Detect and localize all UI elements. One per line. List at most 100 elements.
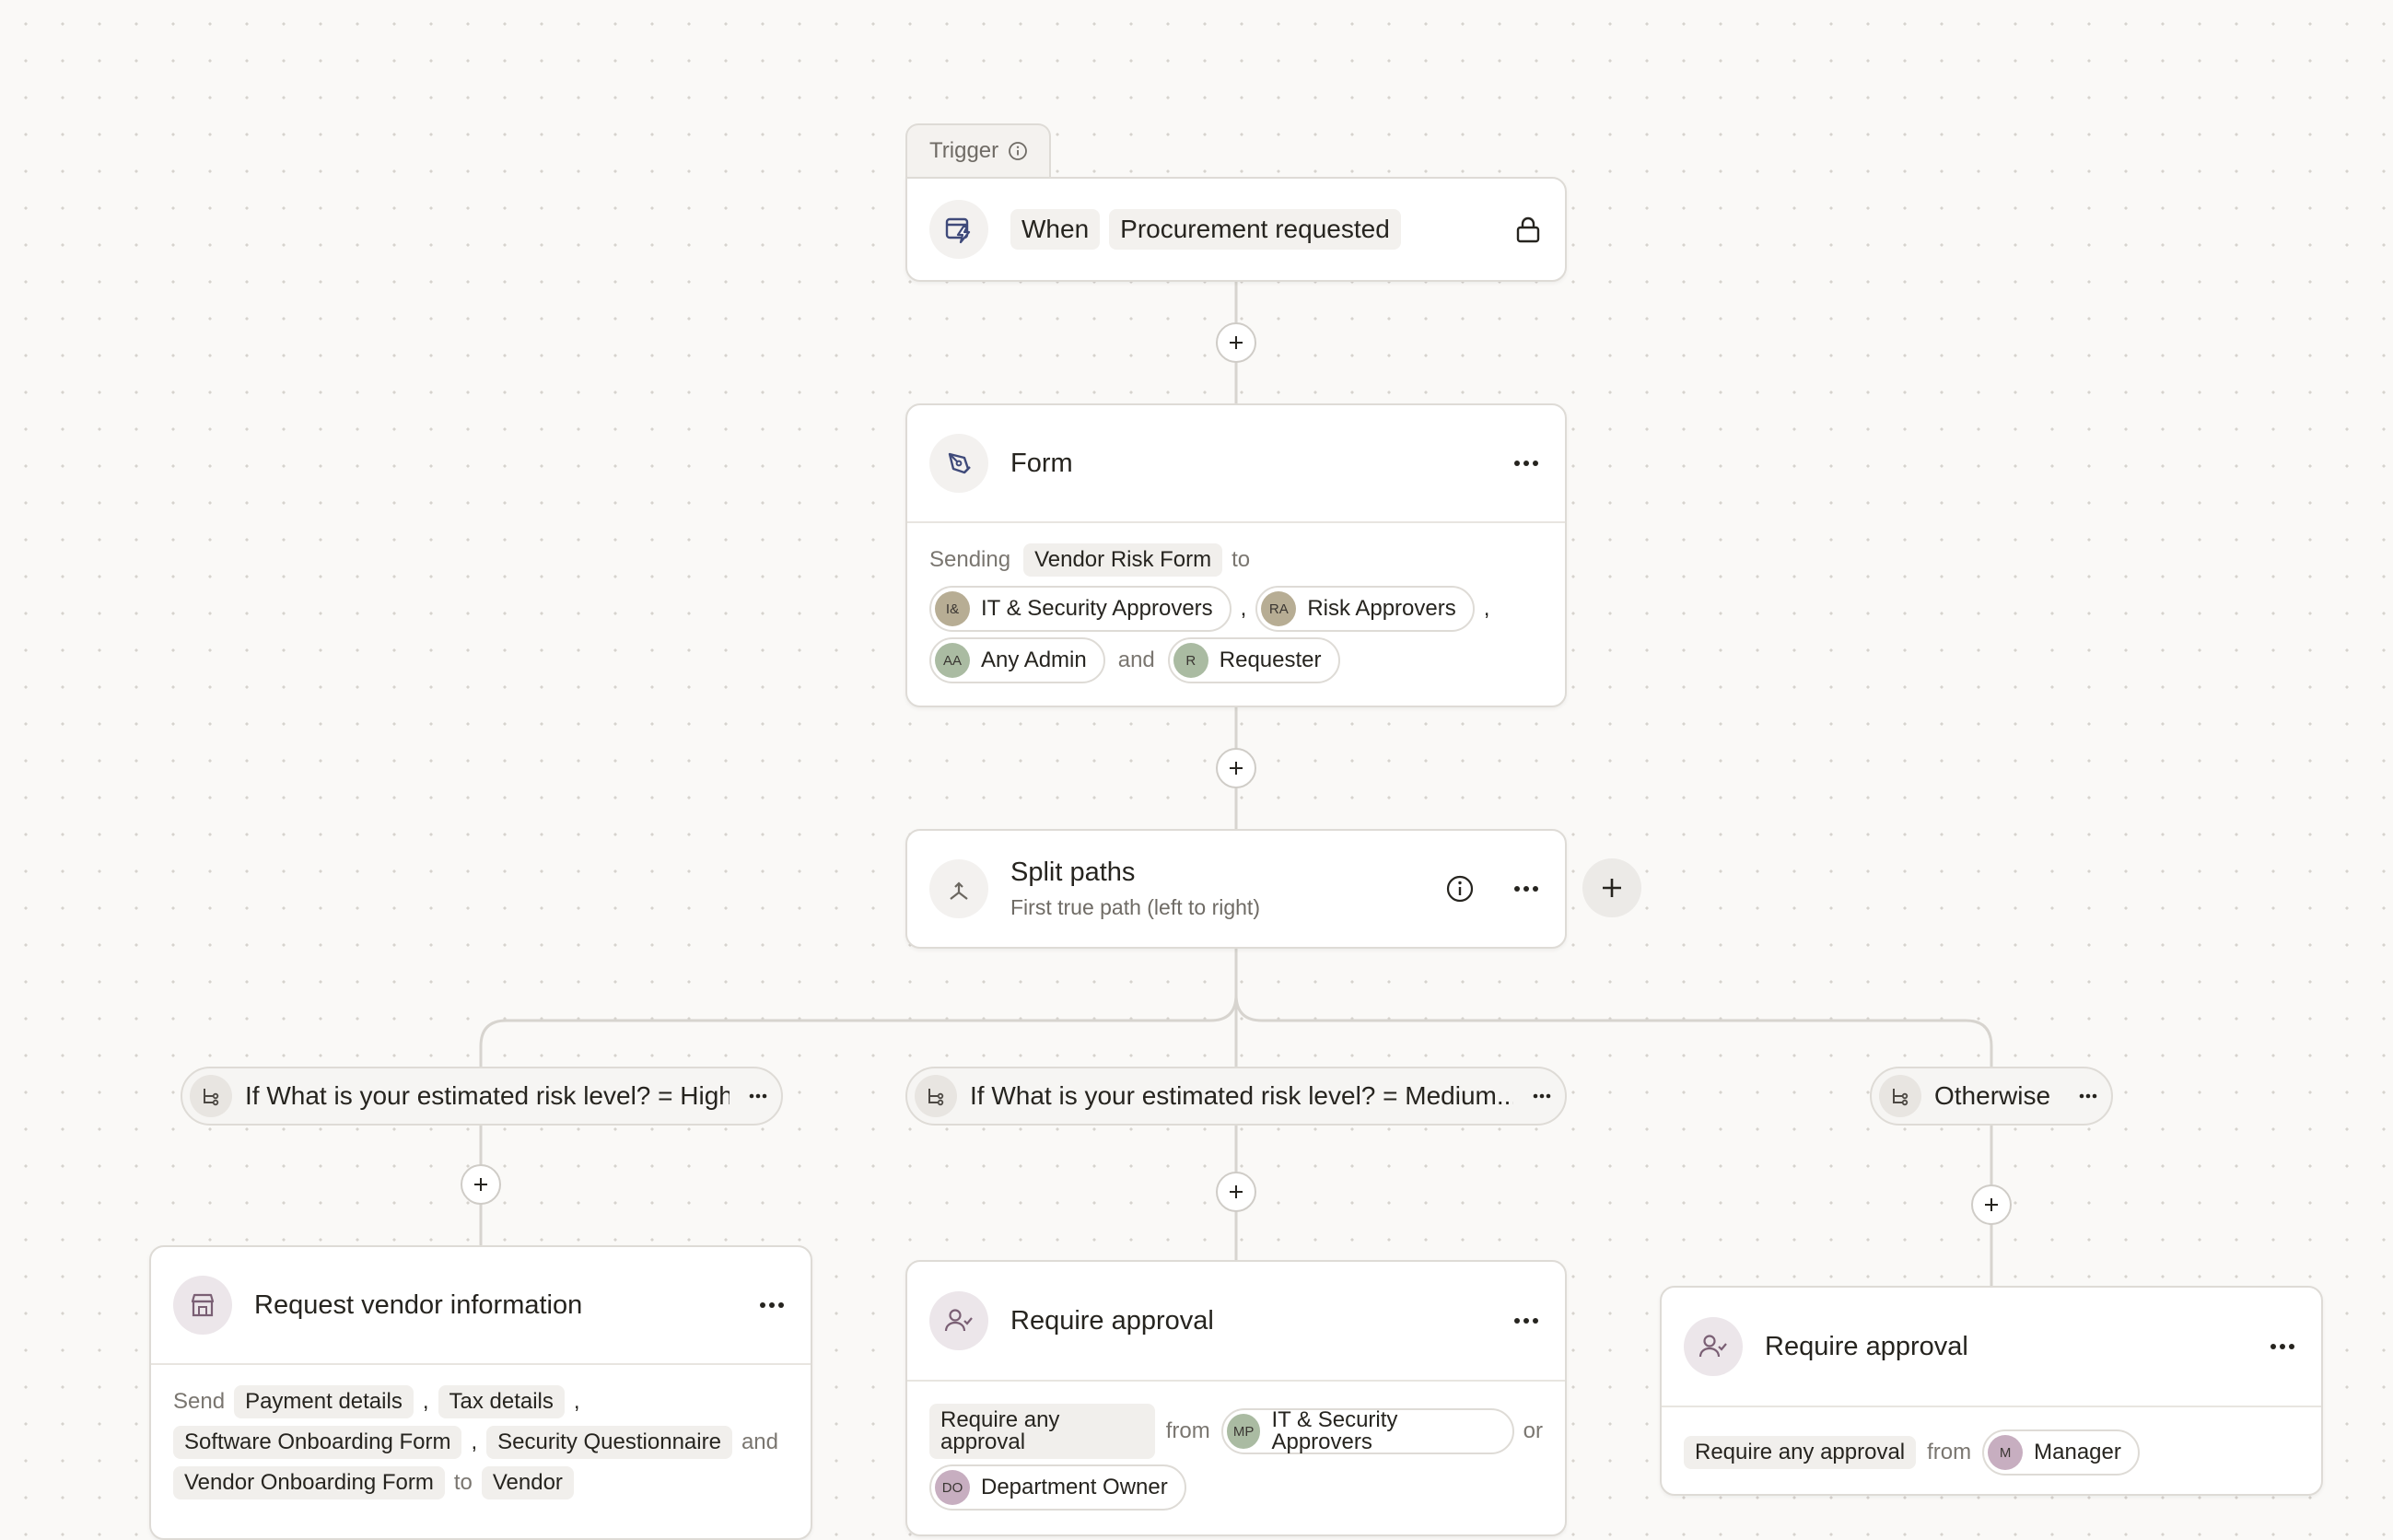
add-step-button[interactable] (1971, 1184, 2012, 1225)
branch-icon (915, 1075, 957, 1117)
comma-separator: , (471, 1429, 478, 1454)
step-title: Require approval (1765, 1331, 1968, 1361)
require-approval-card[interactable]: Require approval Require any approval fr… (1660, 1286, 2323, 1496)
recipient-pill[interactable]: R Requester (1167, 637, 1340, 683)
avatar: MP (1226, 1414, 1261, 1449)
and-label: and (1117, 648, 1155, 672)
from-label: from (1165, 1418, 1210, 1443)
step-title: Split paths (1010, 858, 1136, 887)
lock-icon (1513, 215, 1543, 244)
approval-rule-chip[interactable]: Require any approval (1684, 1436, 1917, 1469)
storefront-icon (173, 1276, 232, 1335)
recipient-pill[interactable]: RA Risk Approvers (1255, 586, 1475, 632)
recipient-name: Requester (1219, 648, 1322, 672)
approval-body: Require any approval from M Manager (1662, 1406, 2321, 1496)
request-item-chip[interactable]: Tax details (438, 1385, 565, 1418)
request-vendor-info-card[interactable]: Request vendor information Send Payment … (149, 1245, 812, 1540)
form-step-card[interactable]: Form Sending Vendor Risk Form to I& IT &… (905, 403, 1567, 707)
request-item-chip[interactable]: Security Questionnaire (486, 1426, 732, 1459)
form-name-chip[interactable]: Vendor Risk Form (1023, 543, 1223, 577)
and-label: and (741, 1429, 778, 1454)
info-icon[interactable] (1008, 141, 1028, 161)
recipient-name: Any Admin (981, 648, 1087, 672)
workflow-canvas[interactable]: Trigger When Procurement requested Form (0, 0, 2393, 1540)
branch-condition-otherwise[interactable]: Otherwise (1870, 1067, 2113, 1126)
approver-name: Department Owner (981, 1475, 1168, 1499)
plus-icon (1230, 1185, 1243, 1198)
step-title: Form (1010, 448, 1073, 478)
approver-pill[interactable]: MP IT & Security Approvers (1220, 1407, 1514, 1454)
more-options-icon[interactable] (1510, 447, 1543, 480)
avatar: RA (1261, 591, 1297, 626)
from-label: from (1927, 1440, 1972, 1464)
request-item-chip[interactable]: Payment details (234, 1385, 414, 1418)
comma-separator: , (422, 1389, 429, 1414)
step-title: Request vendor information (254, 1289, 583, 1320)
trigger-event[interactable]: Procurement requested (1109, 209, 1401, 250)
request-item-chip[interactable]: Software Onboarding Form (173, 1426, 462, 1459)
require-approval-card[interactable]: Require approval Require any approval fr… (905, 1260, 1567, 1536)
form-step-body: Sending Vendor Risk Form to I& IT & Secu… (907, 521, 1565, 704)
branch-condition-medium[interactable]: If What is your estimated risk level? = … (905, 1067, 1567, 1126)
avatar: DO (935, 1470, 970, 1505)
approver-pill[interactable]: M Manager (1982, 1429, 2140, 1476)
branch-label: If What is your estimated risk level? = … (970, 1081, 1513, 1110)
approval-body: Require any approval from MP IT & Securi… (907, 1380, 1565, 1531)
trigger-tab-label: Trigger (929, 138, 999, 163)
more-options-icon[interactable] (755, 1289, 788, 1322)
add-step-button[interactable] (1216, 748, 1256, 788)
branch-icon (1879, 1075, 1921, 1117)
user-check-icon (1684, 1317, 1743, 1376)
add-step-button[interactable] (1216, 1172, 1256, 1212)
user-check-icon (929, 1291, 988, 1350)
trigger-card[interactable]: When Procurement requested (905, 177, 1567, 282)
plus-icon (1230, 762, 1243, 775)
more-options-icon[interactable] (744, 1093, 772, 1099)
more-options-icon[interactable] (1528, 1093, 1556, 1099)
or-label: or (1523, 1418, 1543, 1443)
approval-rule-chip[interactable]: Require any approval (929, 1404, 1155, 1459)
branch-label: Otherwise (1934, 1081, 2051, 1110)
trigger-tab: Trigger (905, 123, 1051, 177)
plus-icon (474, 1178, 487, 1191)
add-path-button[interactable] (1582, 858, 1641, 917)
comma-separator: , (1240, 596, 1247, 621)
more-options-icon[interactable] (2266, 1330, 2299, 1363)
plus-icon (1603, 879, 1621, 897)
more-options-icon[interactable] (2074, 1093, 2102, 1099)
recipient-name: Risk Approvers (1307, 596, 1456, 621)
target-chip[interactable]: Vendor (481, 1466, 574, 1499)
add-step-button[interactable] (1216, 322, 1256, 363)
send-label: Send (173, 1389, 226, 1414)
trigger-bolt-icon (929, 200, 988, 259)
more-options-icon[interactable] (1510, 872, 1543, 905)
avatar: AA (935, 643, 970, 678)
info-icon[interactable] (1445, 874, 1475, 904)
to-label: to (453, 1470, 473, 1495)
add-step-button[interactable] (461, 1164, 501, 1205)
approver-pill[interactable]: DO Department Owner (929, 1464, 1186, 1511)
split-paths-card[interactable]: Split paths First true path (left to rig… (905, 829, 1567, 949)
comma-separator: , (573, 1389, 580, 1414)
to-label: to (1232, 547, 1251, 572)
request-item-chip[interactable]: Vendor Onboarding Form (173, 1466, 445, 1499)
vendor-step-body: Send Payment details , Tax details , Sof… (151, 1363, 811, 1520)
avatar: R (1173, 643, 1208, 678)
plus-icon (1985, 1198, 1998, 1211)
recipient-pill[interactable]: I& IT & Security Approvers (929, 586, 1232, 632)
branch-label: If What is your estimated risk level? = … (245, 1081, 730, 1110)
more-options-icon[interactable] (1510, 1304, 1543, 1337)
branch-icon (190, 1075, 232, 1117)
branch-condition-high[interactable]: If What is your estimated risk level? = … (181, 1067, 783, 1126)
recipient-pill[interactable]: AA Any Admin (929, 637, 1105, 683)
step-title: Require approval (1010, 1305, 1214, 1336)
split-arrows-icon (929, 859, 988, 918)
approver-name: IT & Security Approvers (1271, 1407, 1398, 1454)
approver-name: Manager (2034, 1440, 2121, 1464)
avatar: I& (935, 591, 970, 626)
plus-icon (1230, 336, 1243, 349)
pen-nib-icon (929, 434, 988, 493)
comma-separator: , (1483, 596, 1490, 621)
avatar: M (1988, 1435, 2024, 1470)
sending-label: Sending (929, 547, 1011, 572)
